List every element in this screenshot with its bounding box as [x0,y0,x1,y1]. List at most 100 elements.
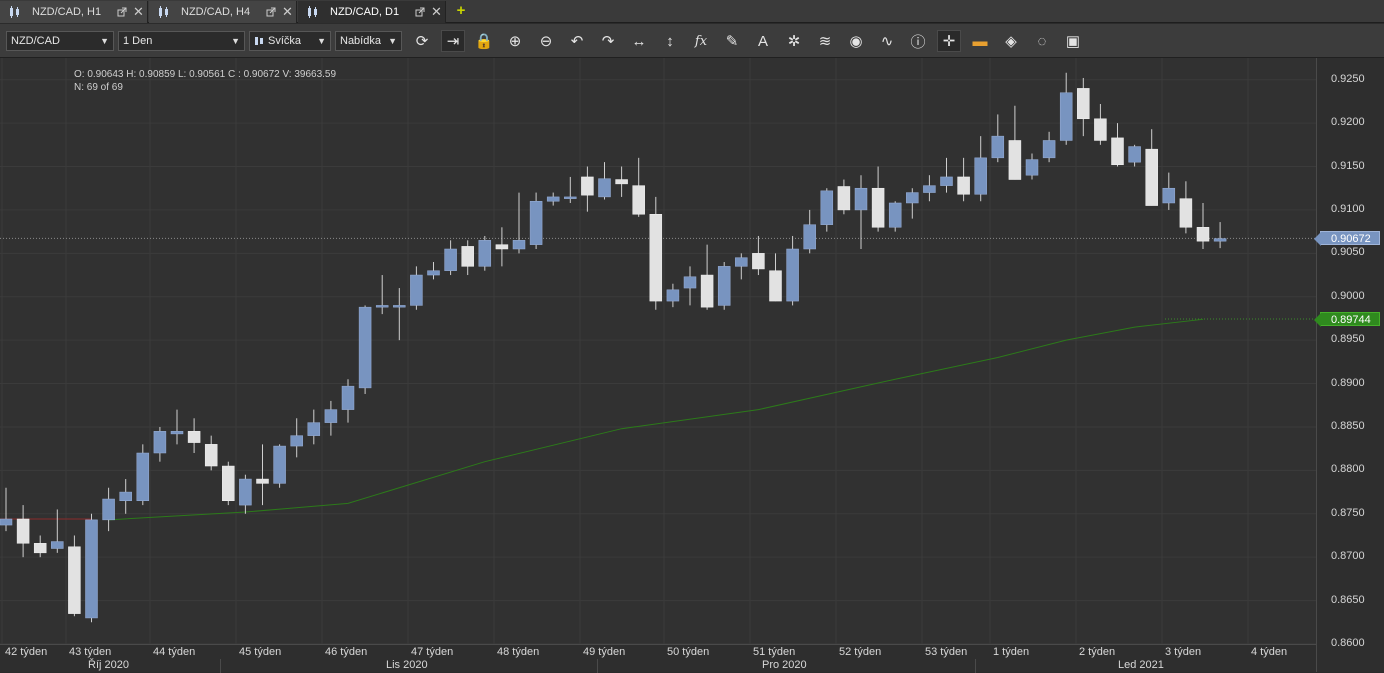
period-value: 1 Den [123,35,153,47]
lock-icon[interactable]: 🔒 [472,30,496,52]
fx-icon[interactable]: fx [689,30,713,52]
add-chart-icon[interactable]: + [452,2,470,20]
candle-body [0,518,13,526]
ruler-icon[interactable]: ▬ [968,30,992,52]
tab-nzdcad-h1[interactable]: NZD/CAD, H1 ✕ [0,1,148,23]
plot-area[interactable]: O: 0.90643 H: 0.90859 L: 0.90561 C : 0.9… [0,58,1316,645]
layers-icon[interactable]: ≋ [813,30,837,52]
menu-value: Nabídka [340,35,381,47]
candle-body [974,157,987,195]
pencil-icon[interactable]: ✎ [720,30,744,52]
last-price-tag: 0.90672 [1314,231,1380,247]
week-tick-label: 2 týden [1079,646,1116,658]
eye-icon[interactable]: ◉ [844,30,868,52]
chart-area[interactable]: O: 0.90643 H: 0.90859 L: 0.90561 C : 0.9… [0,58,1384,673]
month-tick-label: Říj 2020 [88,659,129,671]
price-tick-label: 0.9100 [1331,202,1365,215]
candle-body [957,176,970,195]
week-tick-label: 53 týden [925,646,968,658]
candle-body [478,240,492,267]
candle-body [940,176,953,186]
menu-select[interactable]: Nabídka ▼ [335,31,402,51]
candle-body [375,305,389,308]
tab-nzdcad-h4[interactable]: NZD/CAD, H4 ✕ [149,1,297,23]
candle-body [888,202,902,228]
circle-arrows-icon[interactable]: ◌ [1030,30,1054,52]
candle-body [1145,148,1158,206]
spider-icon[interactable]: ✲ [782,30,806,52]
undo-icon[interactable]: ↶ [565,30,589,52]
ohlc-readout: O: 0.90643 H: 0.90859 L: 0.90561 C : 0.9… [74,68,336,94]
candle-body [991,135,1005,159]
zoom-out-icon[interactable]: ⊖ [534,30,558,52]
candle-body [632,185,645,215]
vertical-arrows-icon[interactable]: ↕ [658,30,682,52]
week-tick-label: 52 týden [839,646,882,658]
chart-type-select[interactable]: Svíčka ▼ [249,31,331,51]
candlestick-icon [10,6,19,18]
chart-toolbar: NZD/CAD ▼ 1 Den ▼ Svíčka ▼ Nabídka ▼ ⟳ ⇥ 🔒 ⊕ ⊖ ↶ ↷… [0,24,1384,58]
candle-body [906,192,919,204]
candle-body [649,214,663,302]
crosshair-icon[interactable]: ✛ [937,30,961,52]
candle-body [393,305,406,308]
candle-body [1128,146,1141,163]
price-tick-label: 0.8600 [1331,637,1365,649]
price-axis[interactable]: 0.9250 0.9200 0.9150 0.9100 0.9050 0.9000 0.89… [1314,58,1384,672]
candle-body [1179,198,1193,228]
text-icon[interactable]: A [751,30,775,52]
candle-body [529,200,543,245]
candle-body [1025,159,1039,176]
close-icon[interactable]: ✕ [133,5,144,18]
period-select[interactable]: 1 Den ▼ [118,31,245,51]
refresh-icon[interactable]: ⟳ [410,30,434,52]
candle-body [1008,140,1022,180]
price-tick-label: 0.8650 [1331,593,1365,606]
popout-icon[interactable] [415,7,425,17]
paint-bucket-icon[interactable]: ◈ [999,30,1023,52]
popout-icon[interactable] [117,7,127,17]
price-chart[interactable] [0,58,1316,645]
candle-body [68,546,81,614]
chevron-down-icon: ▼ [388,36,397,46]
month-separator [597,659,598,673]
close-icon[interactable]: ✕ [431,5,442,18]
autoscroll-icon[interactable]: ⇥ [441,30,465,52]
tab-bar: NZD/CAD, H1 ✕ NZD/CAD, H4 ✕ NZD/CAD, D1 … [0,0,1384,23]
price-tick-label: 0.8850 [1331,419,1365,432]
candle-body [256,478,269,484]
moving-average-line [108,318,1204,521]
wave-icon[interactable]: ∿ [875,30,899,52]
candle-body [33,543,47,554]
candle-body [871,187,885,228]
chevron-down-icon: ▼ [231,36,240,46]
candle-body [564,196,577,199]
candle-body [51,541,64,549]
popout-icon[interactable] [266,7,276,17]
candle-body [837,186,851,211]
info-icon[interactable]: ⓘ [906,30,930,52]
tab-nzdcad-d1[interactable]: NZD/CAD, D1 ✕ [298,1,446,23]
week-tick-label: 47 týden [411,646,454,658]
month-separator [220,659,221,673]
candlestick-icon [159,6,168,18]
close-icon[interactable]: ✕ [282,5,293,18]
zoom-in-icon[interactable]: ⊕ [503,30,527,52]
symbol-select[interactable]: NZD/CAD ▼ [6,31,114,51]
week-tick-label: 3 týden [1165,646,1202,658]
candle-body [1077,88,1090,120]
redo-icon[interactable]: ↷ [596,30,620,52]
candle-body [735,257,748,267]
time-axis[interactable]: 42 týden 43 týden 44 týden 45 týden 46 týden… [0,644,1316,673]
week-tick-label: 43 týden [69,646,112,658]
week-tick-label: 45 týden [239,646,282,658]
week-tick-label: 44 týden [153,646,196,658]
ohlc-values: O: 0.90643 H: 0.90859 L: 0.90561 C : 0.9… [74,69,337,80]
candle-body [358,306,372,389]
save-icon[interactable]: ▣ [1061,30,1085,52]
horizontal-arrows-icon[interactable]: ↔ [627,30,651,52]
candle-body [410,274,423,306]
price-tick-label: 0.8900 [1331,376,1365,389]
tab-label: NZD/CAD, H4 [181,6,251,18]
candle-body [1042,140,1056,159]
